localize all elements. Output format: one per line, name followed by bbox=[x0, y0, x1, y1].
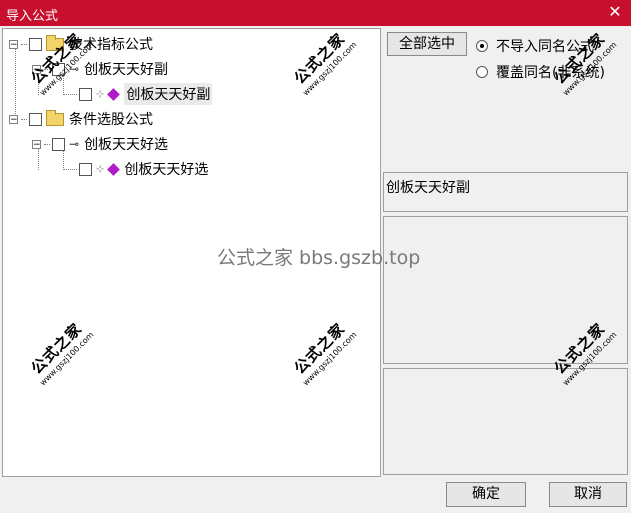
collapse-toggle-icon[interactable]: − bbox=[32, 64, 41, 74]
radio-skip-same-name[interactable]: 不导入同名公式 bbox=[476, 36, 594, 56]
radio-overwrite-same-name[interactable]: 覆盖同名(非系统) bbox=[476, 62, 605, 82]
import-formula-dialog: 导入公式 ✕ − 技术指标公式 − ⊸ 创板天天好副 ⊹ 创板天天好副 − 条件… bbox=[0, 0, 631, 513]
key-icon: ⊸ bbox=[69, 137, 80, 151]
tree-node-label: 创板天天好选 bbox=[124, 162, 209, 178]
tree-node-formula-group[interactable]: − ⊸ 创板天天好副 bbox=[32, 58, 168, 80]
tree-checkbox[interactable] bbox=[79, 87, 92, 101]
title-bar: 导入公式 ✕ bbox=[0, 0, 631, 26]
ok-button[interactable]: 确定 bbox=[446, 482, 526, 507]
cancel-button[interactable]: 取消 bbox=[549, 482, 627, 507]
formula-description-box bbox=[383, 216, 628, 364]
tree-node-formula-group[interactable]: − ⊸ 创板天天好选 bbox=[32, 133, 168, 155]
tree-checkbox[interactable] bbox=[52, 62, 65, 76]
watermark-stamp-main: 公式之家 bbox=[550, 29, 609, 88]
tree-node-label: 创板天天好副 bbox=[84, 62, 169, 78]
folder-icon bbox=[46, 34, 64, 51]
formula-name: 创板天天好副 bbox=[386, 180, 470, 196]
collapse-toggle-icon[interactable]: − bbox=[9, 39, 18, 49]
close-icon[interactable]: ✕ bbox=[605, 2, 625, 22]
radio-label: 覆盖同名(非系统) bbox=[496, 65, 605, 81]
folder-icon bbox=[46, 109, 64, 126]
formula-gem-icon bbox=[107, 162, 121, 176]
center-watermark: 公式之家 bbs.gszb.top bbox=[217, 247, 421, 269]
select-all-button[interactable]: 全部选中 bbox=[387, 32, 467, 56]
tree-node-label: 条件选股公式 bbox=[69, 112, 153, 128]
formula-gem-icon bbox=[107, 87, 121, 101]
tree-node-label: 创板天天好选 bbox=[84, 137, 169, 153]
tree-checkbox[interactable] bbox=[29, 37, 42, 51]
radio-button[interactable] bbox=[476, 66, 488, 78]
tree-node-label: 技术指标公式 bbox=[69, 37, 153, 53]
tree-checkbox[interactable] bbox=[79, 162, 92, 176]
formula-detail-box bbox=[383, 368, 628, 475]
collapse-toggle-icon[interactable]: − bbox=[9, 114, 18, 124]
radio-label: 不导入同名公式 bbox=[496, 39, 594, 55]
formula-name-box: 创板天天好副 bbox=[383, 172, 628, 212]
window-title: 导入公式 bbox=[6, 9, 59, 24]
tree-node-formula-item[interactable]: ⊹ 创板天天好选 bbox=[63, 158, 208, 180]
key-icon: ⊸ bbox=[69, 62, 80, 76]
radio-button[interactable] bbox=[476, 40, 488, 52]
tree-node-label: 创板天天好副 bbox=[124, 83, 213, 105]
collapse-toggle-icon[interactable]: − bbox=[32, 139, 41, 149]
tree-checkbox[interactable] bbox=[29, 112, 42, 126]
tree-checkbox[interactable] bbox=[52, 137, 65, 151]
tree-node-condition[interactable]: − 条件选股公式 bbox=[9, 108, 153, 130]
tree-node-technical[interactable]: − 技术指标公式 bbox=[9, 33, 153, 55]
tree-node-formula-item[interactable]: ⊹ 创板天天好副 bbox=[63, 83, 213, 105]
